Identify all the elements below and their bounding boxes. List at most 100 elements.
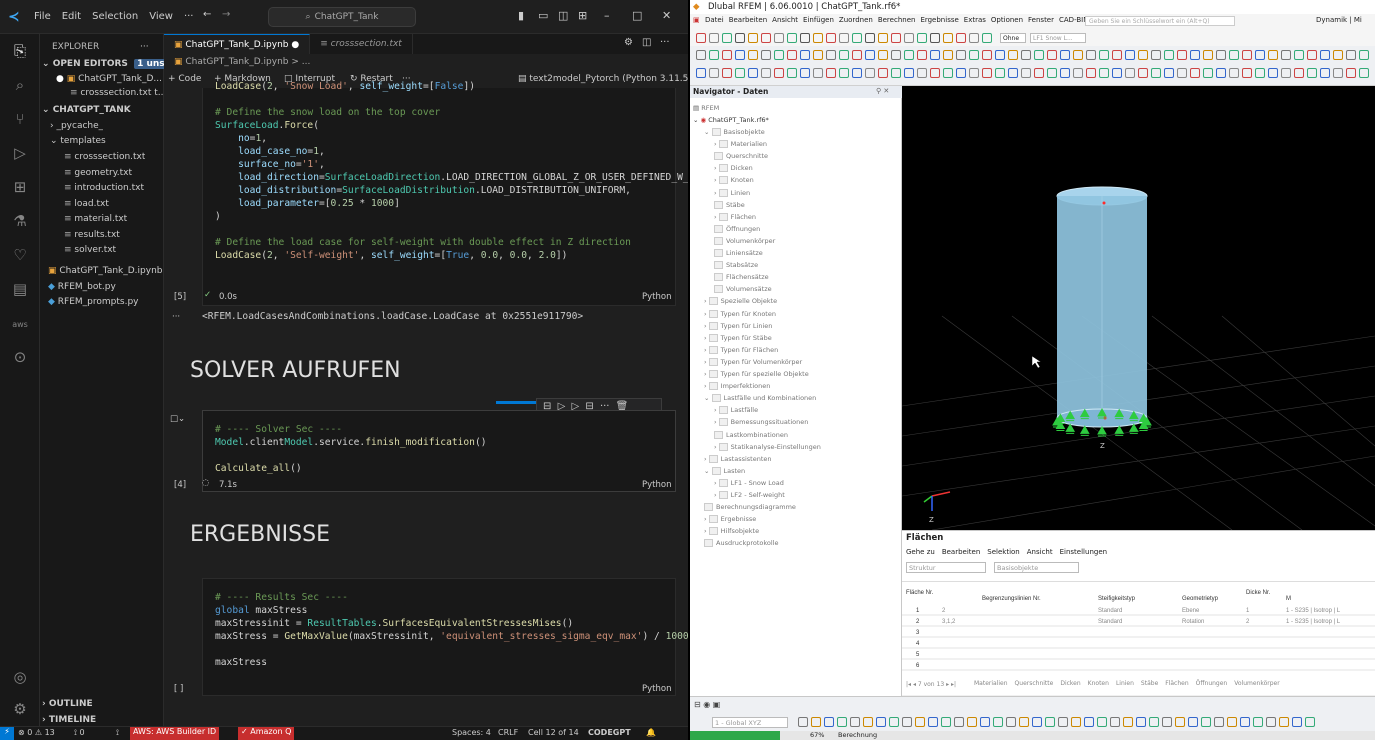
tree-item-file[interactable]: ≡ results.txt [64,229,120,242]
nav-item[interactable]: › Typen für Stäbe [704,332,772,344]
toolbar-tool-icon[interactable] [863,717,873,727]
toolbar-tool-icon[interactable] [826,50,836,60]
menu-file[interactable]: File [34,11,51,22]
toolbar-tool-icon[interactable] [1294,50,1304,60]
code-line[interactable]: surface_no='1', [215,158,325,171]
nav-item[interactable]: Stabsätze [714,259,758,271]
split-editor-icon[interactable]: ◫ [642,37,651,48]
toolbar-tool-icon[interactable] [956,50,966,60]
extensions-icon[interactable]: ⊞ [9,176,31,198]
toolbar-tool-icon[interactable] [722,33,732,43]
toolbar-tool-icon[interactable] [1151,68,1161,78]
toolbar-tool-icon[interactable] [967,717,977,727]
toolbar-tool-icon[interactable] [915,717,925,727]
toolbar-tool-icon[interactable] [1320,50,1330,60]
nav-item[interactable]: › Knoten [714,174,754,186]
toolbar-tool-icon[interactable] [1138,68,1148,78]
table-tab[interactable]: Knoten [1088,680,1109,687]
nav-item[interactable]: › Flächen [714,211,756,223]
cell-language[interactable]: Python [642,684,671,694]
code-line[interactable]: # ---- Solver Sec ---- [215,423,342,436]
remote-indicator-icon[interactable]: ⚡ [0,727,14,740]
code-cell-solver[interactable]: # ---- Solver Sec ---- Model.clientModel.… [202,410,676,492]
toolbar-tool-icon[interactable] [1190,50,1200,60]
toolbar-tool-icon[interactable] [787,68,797,78]
tab-crosssection[interactable]: ≡ crosssection.txt [310,34,413,54]
toolbar-tool-icon[interactable] [696,33,706,43]
nav-item[interactable]: › Typen für Knoten [704,308,776,320]
surfaces-menu-item[interactable]: Einstellungen [1060,548,1107,556]
toolbar-tool-icon[interactable] [709,50,719,60]
table-cell[interactable]: Rotation [1182,619,1204,625]
pager-first-icon[interactable]: |◂ ◂ [906,681,918,688]
toolbar-tool-icon[interactable] [774,68,784,78]
table-cell[interactable]: 1 - S235 | Isotrop | L [1286,608,1341,614]
code-line[interactable]: load_distribution=SurfaceLoadDistributio… [215,184,631,197]
tree-item-pycache[interactable]: › _pycache_ [50,120,103,133]
toolbar-tool-icon[interactable] [696,50,706,60]
toolbar-tool-icon[interactable] [1019,717,1029,727]
table-cell[interactable]: 5 [916,652,920,658]
nav-item[interactable]: › Ergebnisse [704,513,756,525]
rfem-menu-item[interactable]: Berechnen [878,16,916,24]
toolbar-tool-icon[interactable] [826,33,836,43]
forward-arrow-icon[interactable]: → [222,9,230,20]
add-code-cell-button[interactable]: + Code [168,70,201,88]
table-cell[interactable]: 3 [916,630,920,636]
toolbar-tool-icon[interactable] [1073,50,1083,60]
rfem-menu-item[interactable]: Datei [705,16,724,24]
table-tab[interactable]: Stäbe [1141,680,1158,687]
nav-item[interactable]: Volumensätze [714,283,772,295]
toolbar-tool-icon[interactable] [1346,68,1356,78]
struktur-select[interactable]: Struktur [906,562,986,573]
cell-collapse-icon[interactable]: □⌄ [170,414,185,424]
toolbar-tool-icon[interactable] [1203,50,1213,60]
toolbar-tool-icon[interactable] [930,50,940,60]
table-tab[interactable]: Öffnungen [1196,680,1228,687]
code-line[interactable]: load_case_no=1, [215,145,325,158]
menu-more[interactable]: ··· [184,11,194,22]
toolbar-tool-icon[interactable] [709,33,719,43]
table-header-cell[interactable]: Steifigkeitstyp [1098,596,1136,602]
dynamic-menu[interactable]: Dynamik | Mi [1316,16,1362,24]
code-line[interactable]: LoadCase(2, 'Self-weight', self_weight=[… [215,249,567,262]
code-line[interactable]: Calculate_all() [215,462,302,475]
toolbar-tool-icon[interactable] [787,33,797,43]
toolbar-tool-icon[interactable] [943,50,953,60]
markdown-heading-solver[interactable]: SOLVER AUFRUFEN [190,358,401,383]
tab-notebook[interactable]: ▣ ChatGPT_Tank_D.ipynb ● [164,34,311,54]
toolbar-tool-icon[interactable] [865,68,875,78]
nav-item[interactable]: › Typen für Linien [704,320,772,332]
nodal-support-icon[interactable] [1079,425,1090,436]
toolbar-tool-icon[interactable] [1359,68,1369,78]
toolbar-tool-icon[interactable] [735,68,745,78]
toolbar-tool-icon[interactable] [1021,68,1031,78]
table-header-cell[interactable]: Fläche Nr. [906,590,934,596]
toolbar-tool-icon[interactable] [1071,717,1081,727]
toolbar-tool-icon[interactable] [1084,717,1094,727]
tree-item-file[interactable]: ◆ RFEM_bot.py [48,281,116,294]
manage-gear-icon[interactable]: ⚙ [9,698,31,720]
toolbar-tool-icon[interactable] [889,717,899,727]
toolbar-tool-icon[interactable] [1175,717,1185,727]
run-debug-icon[interactable]: ▷ [9,142,31,164]
outline-section[interactable]: › OUTLINE [42,698,93,711]
toolbar-tool-icon[interactable] [824,717,834,727]
pager-next-icon[interactable]: ▸ ▸| [944,681,956,688]
toolbar-tool-icon[interactable] [813,33,823,43]
toolbar-tool-icon[interactable] [1216,68,1226,78]
explorer-more-icon[interactable]: ··· [140,41,149,54]
nav-item[interactable]: › Typen für spezielle Objekte [704,368,809,380]
toolbar-tool-icon[interactable] [1060,68,1070,78]
toolbar-tool-icon[interactable] [1097,717,1107,727]
nav-item[interactable]: › Lastassistenten [704,453,772,465]
nav-item[interactable]: › Lastfälle [714,404,758,416]
toolbar-tool-icon[interactable] [761,33,771,43]
code-line[interactable]: maxStress = GetMaxValue(maxStressinit, '… [215,630,700,643]
toolbar-tool-icon[interactable] [902,717,912,727]
toolbar-tool-icon[interactable] [980,717,990,727]
toolbar-tool-icon[interactable] [1060,50,1070,60]
cell-position-status[interactable]: Cell 12 of 14 [528,728,579,737]
toolbar-tool-icon[interactable] [839,33,849,43]
toolbar-tool-icon[interactable] [787,50,797,60]
